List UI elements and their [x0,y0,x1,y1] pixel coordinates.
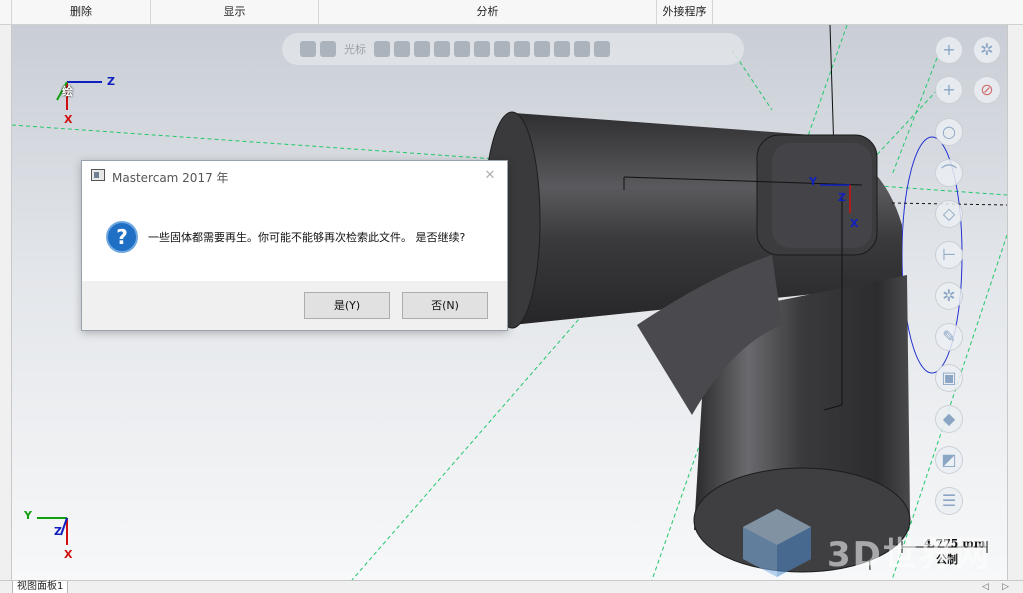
dialog-titlebar[interactable]: Mastercam 2017 年 ✕ [82,161,507,191]
no-button[interactable]: 否(N) [402,292,488,319]
gear-icon[interactable]: ✲ [935,282,963,310]
left-panel-edge [0,25,12,580]
gear-icon[interactable]: ✲ [973,36,1001,64]
scroll-right-icon[interactable]: ▷ [1002,581,1009,593]
auto-cursor-icon[interactable] [374,41,390,57]
axis-z-label: Z [54,525,62,538]
ribbon: 删除 显示 分析 外接程序 [0,0,1023,25]
dialog-message: 一些固体都需要再生。你可能不能够再次检索此文件。 是否继续? [148,231,466,244]
watermark: 3D世界网 [737,505,1007,580]
box-select-icon[interactable] [514,41,530,57]
window-select-icon[interactable] [534,41,550,57]
arc-icon[interactable]: ⌒ [935,159,963,187]
ribbon-spacer [0,0,12,25]
chain-icon[interactable] [554,41,570,57]
scroll-left-icon[interactable]: ◁ [982,581,989,593]
face-select-icon[interactable] [454,41,470,57]
axis-x-label: X [64,113,73,126]
axis-y-label: Y [24,509,32,522]
axis-z-label: Z [838,191,846,204]
solid-select-icon[interactable] [434,41,450,57]
body-select-icon[interactable] [494,41,510,57]
question-icon: ? [106,221,138,253]
ribbon-group-addins[interactable]: 外接程序 [657,0,713,25]
circle-icon[interactable]: ○ [935,118,963,146]
add-icon[interactable]: + [935,36,963,64]
ribbon-group-analyze[interactable]: 分析 [319,0,657,25]
bottom-tab-bar: 视图面板1 ◁ ▷ [0,580,1023,593]
edge-select-icon[interactable] [474,41,490,57]
guide-line [871,84,943,161]
cube-icon[interactable]: ◇ [935,200,963,228]
cursor-mode-label[interactable]: 光标 [344,41,366,57]
dialog-title: Mastercam 2017 年 [112,171,229,185]
gear-icon[interactable] [394,41,410,57]
close-icon[interactable]: ✕ [480,167,500,185]
layers-icon[interactable]: ◩ [935,446,963,474]
solid-icon[interactable]: ◆ [935,405,963,433]
view-toolbar: 光标 [282,33,744,65]
yes-button[interactable]: 是(Y) [304,292,390,319]
app-icon [91,169,105,181]
select-arrow-icon[interactable] [414,41,430,57]
axis-y-label: Y [809,175,817,188]
watermark-cube-icon [743,509,811,577]
axis-x-label: X [850,217,859,230]
confirm-dialog: Mastercam 2017 年 ✕ ? 一些固体都需要再生。你可能不能够再次检… [81,160,508,331]
point-icon[interactable]: + [935,76,963,104]
tab-viewsheet-1[interactable]: 视图面板1 [12,581,69,593]
lock-icon[interactable] [300,41,316,57]
right-scrollbar[interactable] [1007,25,1023,580]
ribbon-group-display[interactable]: 显示 [151,0,319,25]
box-icon[interactable]: ▣ [935,364,963,392]
axis-z-label: Z [107,75,115,88]
axis-x-label: X [64,548,73,561]
cancel-icon[interactable]: ⊘ [973,76,1001,104]
rounded-boss-face [772,143,872,248]
verify-icon[interactable] [574,41,590,57]
dimension-icon[interactable]: ⊢ [935,241,963,269]
cursor-select-icon[interactable] [320,41,336,57]
ribbon-group-delete[interactable]: 删除 [12,0,151,25]
guide-line [891,44,943,176]
pencil-icon[interactable]: ✎ [935,323,963,351]
plane-label: 绘 [62,85,73,98]
watermark-text: 3D世界网 [827,535,991,575]
regen-icon[interactable] [594,41,610,57]
